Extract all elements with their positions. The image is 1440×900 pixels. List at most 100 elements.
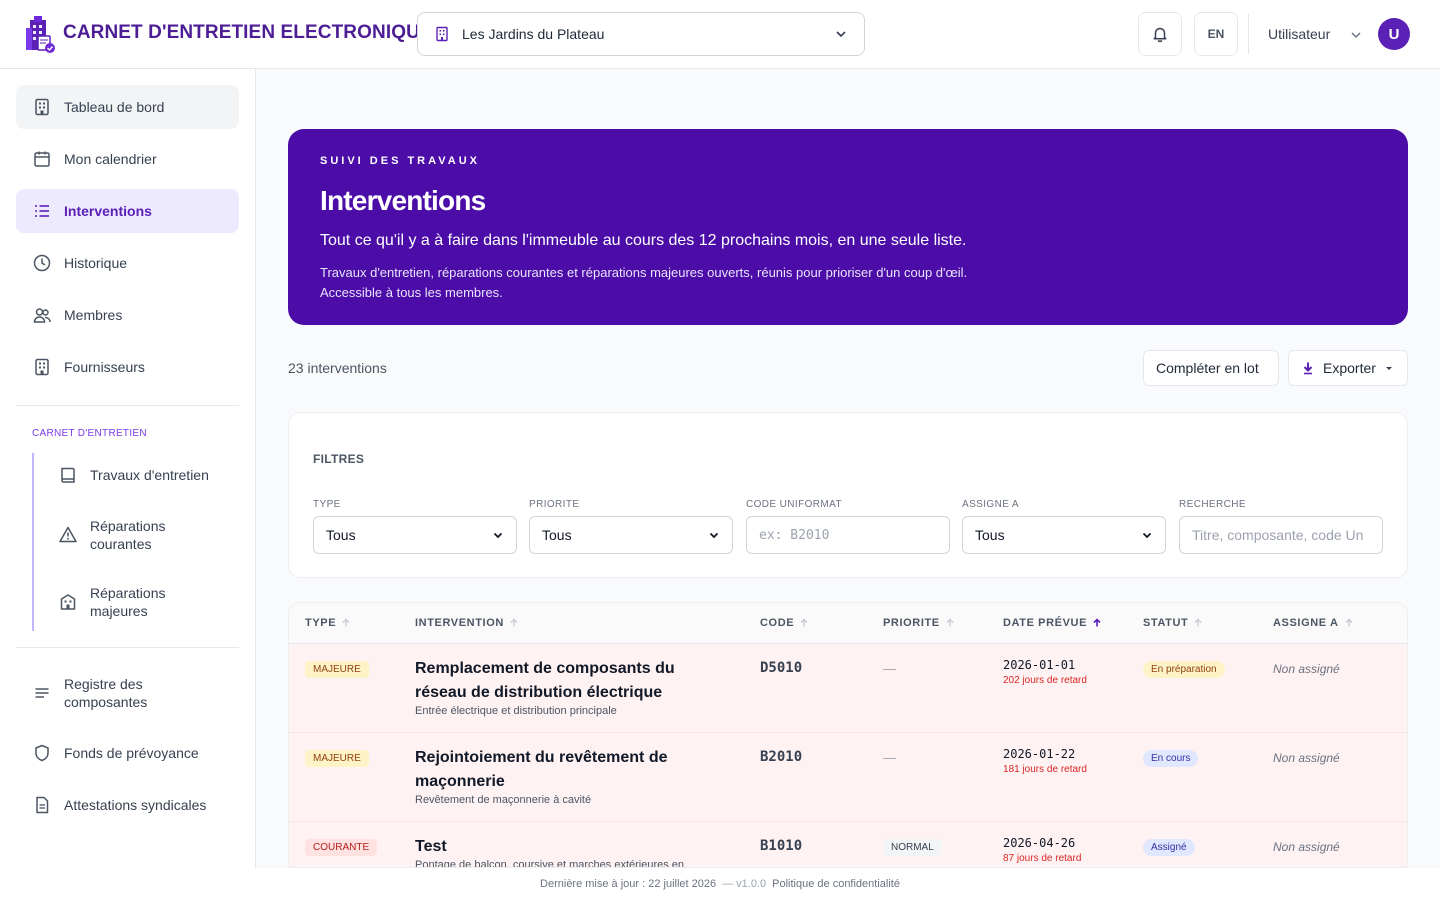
- late-indicator: 181 jours de retard: [1003, 764, 1087, 775]
- sidebar-item-attestations[interactable]: Attestations syndicales: [16, 783, 239, 827]
- sidebar-item-label: Fonds de prévoyance: [64, 745, 199, 761]
- sidebar-divider: [16, 647, 239, 648]
- assignee-filter-label: ASSIGNE A: [962, 499, 1019, 510]
- column-header-date[interactable]: DATE PRÉVUE: [1003, 617, 1102, 629]
- sidebar-item-maintenance-work[interactable]: Travaux d'entretien: [58, 465, 210, 485]
- bell-icon: [1153, 27, 1167, 43]
- type-badge: MAJEURE: [305, 661, 369, 678]
- intervention-subtitle: Pontage de balcon, coursive et marches e…: [415, 859, 685, 868]
- sidebar-item-component-registry[interactable]: Registre des composantes: [16, 671, 239, 715]
- sidebar-item-label: Historique: [64, 255, 128, 271]
- building-logo-icon: [26, 16, 55, 53]
- assignee-value: Non assigné: [1273, 840, 1340, 854]
- sidebar-item-label: Réparations majeures: [90, 585, 166, 619]
- column-header-type[interactable]: TYPE: [305, 617, 351, 629]
- sidebar-item-calendar[interactable]: Mon calendrier: [16, 137, 239, 181]
- document-icon: [36, 796, 49, 814]
- shield-icon: [35, 744, 49, 762]
- column-header-assignee[interactable]: ASSIGNE A: [1273, 617, 1354, 629]
- intervention-subtitle: Revêtement de maçonnerie à cavité: [415, 794, 592, 806]
- export-label: Exporter: [1323, 360, 1376, 376]
- banner-lead: Tout ce qu'il y a à faire dans l'immeubl…: [320, 232, 967, 249]
- language-label: EN: [1207, 27, 1225, 41]
- privacy-link[interactable]: Politique de confidentialité: [772, 878, 900, 890]
- sidebar-item-history[interactable]: Historique: [16, 241, 239, 285]
- sidebar-item-routine-repairs[interactable]: Réparations courantes: [58, 517, 210, 553]
- intervention-title[interactable]: Test: [415, 835, 715, 859]
- sidebar: Tableau de bord Mon calendrier Intervent…: [0, 69, 256, 868]
- priority-filter-label: PRIORITE: [529, 499, 580, 510]
- assignee-value: Non assigné: [1273, 662, 1340, 676]
- assignee-value: Non assigné: [1273, 751, 1340, 765]
- chevron-down-icon: [493, 532, 503, 539]
- user-name[interactable]: Utilisateur: [1268, 26, 1330, 42]
- banner-eyebrow: SUIVI DES TRAVAUX: [320, 155, 480, 167]
- intervention-title[interactable]: Rejointoiement du revêtement de maçonner…: [415, 746, 715, 794]
- sidebar-item-reserve-fund[interactable]: Fonds de prévoyance: [16, 731, 239, 775]
- app-title: CARNET D'ENTRETIEN ELECTRONIQUE: [63, 22, 433, 43]
- search-placeholder: Titre, composante, code Un: [1192, 527, 1364, 543]
- building-name: Les Jardins du Plateau: [462, 26, 605, 42]
- assignee-filter-select[interactable]: Tous: [962, 516, 1166, 554]
- avatar[interactable]: U: [1378, 18, 1410, 50]
- chevron-down-icon: [709, 532, 719, 539]
- column-header-intervention[interactable]: INTERVENTION: [415, 617, 519, 629]
- sidebar-section-title: CARNET D'ENTRETIEN: [32, 428, 147, 439]
- sidebar-item-dashboard[interactable]: Tableau de bord: [16, 85, 239, 129]
- download-icon: [1303, 362, 1313, 375]
- code-filter-input[interactable]: ex: B2010: [746, 516, 950, 554]
- column-header-priority[interactable]: PRIORITE: [883, 617, 955, 629]
- chevron-down-icon[interactable]: [1349, 28, 1363, 42]
- table-row[interactable]: MAJEURE Rejointoiement du revêtement de …: [289, 733, 1407, 822]
- status-badge: En préparation: [1143, 661, 1225, 678]
- sidebar-item-label: Tableau de bord: [64, 99, 165, 115]
- type-badge: COURANTE: [305, 839, 378, 856]
- assignee-filter-value: Tous: [975, 527, 1005, 543]
- intervention-subtitle: Entrée électrique et distribution princi…: [415, 705, 617, 717]
- sidebar-item-suppliers[interactable]: Fournisseurs: [16, 345, 239, 389]
- chevron-down-icon: [836, 31, 846, 38]
- building-icon: [436, 26, 448, 42]
- banner-description: Travaux d'entretien, réparations courant…: [320, 263, 967, 303]
- page-title: Interventions: [320, 185, 486, 216]
- search-input[interactable]: Titre, composante, code Un: [1179, 516, 1383, 554]
- building-selector[interactable]: Les Jardins du Plateau: [417, 12, 865, 56]
- sidebar-item-label: Travaux d'entretien: [90, 467, 209, 483]
- export-button[interactable]: Exporter: [1288, 350, 1408, 386]
- code-filter-label: CODE UNIFORMAT: [746, 499, 842, 510]
- sort-arrow-icon: [1194, 618, 1202, 627]
- clock-icon: [33, 254, 51, 272]
- lines-icon: [35, 688, 49, 698]
- type-filter-select[interactable]: Tous: [313, 516, 517, 554]
- priority-value: —: [883, 750, 896, 765]
- table-row[interactable]: COURANTE Test Pontage de balcon, coursiv…: [289, 822, 1407, 868]
- priority-value: —: [883, 661, 896, 676]
- list-icon: [35, 205, 49, 217]
- top-header: CARNET D'ENTRETIEN ELECTRONIQUE Les Jard…: [0, 0, 1440, 69]
- due-date: 2026-01-01: [1003, 658, 1076, 672]
- intervention-title[interactable]: Remplacement de composants du réseau de …: [415, 657, 715, 705]
- banner-desc-line: Travaux d'entretien, réparations courant…: [320, 265, 968, 280]
- column-header-status[interactable]: STATUT: [1143, 617, 1203, 629]
- warning-icon: [59, 526, 77, 543]
- sidebar-item-major-repairs[interactable]: Réparations majeures: [58, 584, 210, 620]
- app-version: — v1.0.0: [722, 878, 767, 890]
- due-date: 2026-04-26: [1003, 836, 1076, 850]
- bulk-complete-label: Compléter en lot: [1156, 360, 1259, 376]
- bulk-complete-button[interactable]: Compléter en lot: [1143, 350, 1279, 386]
- late-indicator: 87 jours de retard: [1003, 853, 1082, 864]
- priority-filter-select[interactable]: Tous: [529, 516, 733, 554]
- building-icon: [35, 358, 49, 376]
- sidebar-item-members[interactable]: Membres: [16, 293, 239, 337]
- late-indicator: 202 jours de retard: [1003, 675, 1087, 686]
- search-filter-label: RECHERCHE: [1179, 499, 1246, 510]
- intervention-count: 23 interventions: [288, 360, 387, 376]
- sidebar-item-label: Mon calendrier: [64, 151, 157, 167]
- sidebar-item-interventions[interactable]: Interventions: [16, 189, 239, 233]
- language-button[interactable]: EN: [1194, 12, 1238, 56]
- uniformat-code: D5010: [760, 660, 803, 676]
- column-header-code[interactable]: CODE: [760, 617, 809, 629]
- table-row[interactable]: MAJEURE Remplacement de composants du ré…: [289, 644, 1407, 733]
- type-badge: MAJEURE: [305, 750, 369, 767]
- notifications-button[interactable]: [1138, 12, 1182, 56]
